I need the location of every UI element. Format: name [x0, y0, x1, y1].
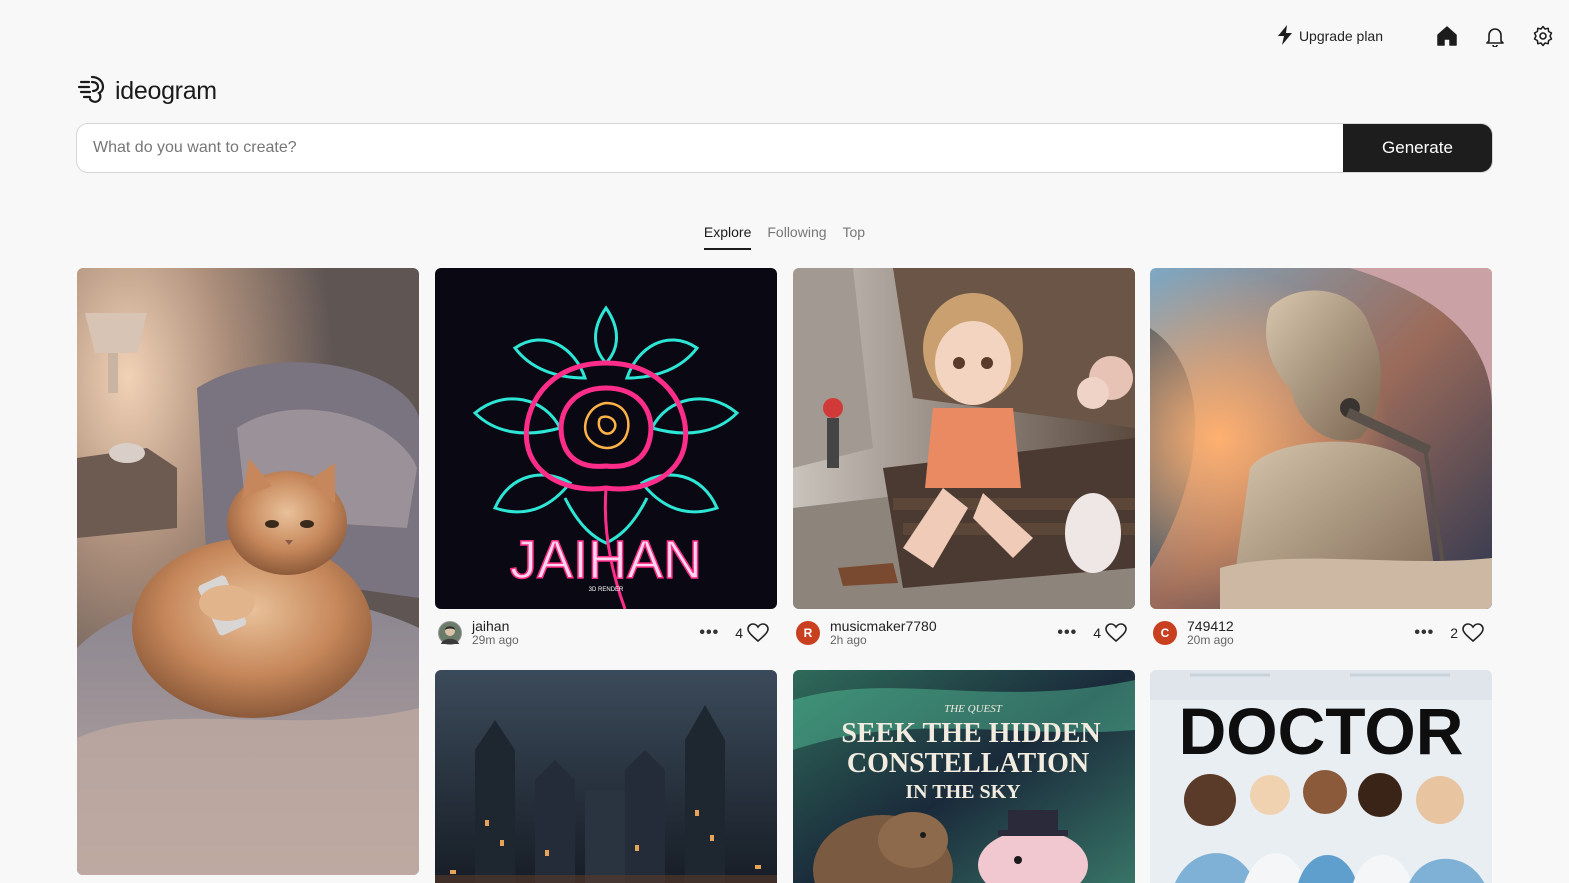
- quest-poster-image: THE QUEST SEEK THE HIDDEN CONSTELLATION …: [793, 670, 1135, 883]
- likes: 4: [1093, 623, 1127, 643]
- image-card-girl[interactable]: [793, 268, 1135, 609]
- upgrade-plan-label: Upgrade plan: [1298, 28, 1383, 44]
- post-meta-1: jaihan 29m ago ••• 4: [435, 615, 777, 651]
- image-card-city[interactable]: [435, 670, 777, 883]
- post-meta-2: R musicmaker7780 2h ago ••• 4: [793, 615, 1135, 651]
- timestamp: 29m ago: [472, 633, 519, 648]
- post-user: musicmaker7780 2h ago: [830, 619, 937, 646]
- rose-image-text: JAIHAN: [510, 530, 702, 590]
- like-count: 2: [1450, 625, 1458, 641]
- more-options-icon[interactable]: •••: [1414, 624, 1434, 642]
- poster-line-2: CONSTELLATION: [847, 748, 1089, 779]
- avatar[interactable]: R: [796, 621, 820, 645]
- tab-following[interactable]: Following: [767, 224, 826, 250]
- post-user: jaihan 29m ago: [472, 619, 519, 646]
- doctor-title: DOCTOR: [1179, 694, 1464, 768]
- upgrade-plan-button[interactable]: Upgrade plan: [1277, 24, 1383, 48]
- poster-small-text: THE QUEST: [944, 703, 1003, 715]
- rose-image-subtext: 3D RENDER: [589, 587, 624, 593]
- bell-icon[interactable]: [1483, 24, 1507, 48]
- poster-line-1: SEEK THE HIDDEN: [841, 718, 1100, 749]
- poster-line-3: IN THE SKY: [905, 781, 1021, 803]
- home-icon[interactable]: [1435, 24, 1459, 48]
- more-options-icon[interactable]: •••: [699, 624, 719, 642]
- username[interactable]: jaihan: [472, 619, 519, 634]
- lightning-icon: [1277, 24, 1293, 48]
- tab-top[interactable]: Top: [843, 224, 866, 250]
- statue-singer-image: [1150, 268, 1492, 609]
- feed-tabs: Explore Following Top: [0, 224, 1569, 250]
- image-card-doctor[interactable]: DOCTOR: [1150, 670, 1492, 883]
- cat-image: [77, 268, 419, 875]
- image-card-poster[interactable]: THE QUEST SEEK THE HIDDEN CONSTELLATION …: [793, 670, 1135, 883]
- avatar[interactable]: [438, 621, 462, 645]
- night-city-image: [435, 670, 777, 883]
- timestamp: 2h ago: [830, 633, 867, 648]
- generate-button[interactable]: Generate: [1343, 124, 1492, 172]
- prompt-bar: Generate: [76, 123, 1493, 173]
- avatar[interactable]: C: [1153, 621, 1177, 645]
- like-count: 4: [735, 625, 743, 641]
- timestamp: 20m ago: [1187, 633, 1234, 648]
- post-user: 749412 20m ago: [1187, 619, 1234, 646]
- heart-icon[interactable]: [747, 623, 769, 643]
- post-meta-3: C 749412 20m ago ••• 2: [1150, 615, 1492, 651]
- ideogram-logo-icon: [77, 74, 107, 109]
- tab-explore[interactable]: Explore: [703, 224, 752, 250]
- image-card-cat[interactable]: [77, 268, 419, 875]
- username[interactable]: 749412: [1187, 619, 1234, 634]
- neon-rose-image: JAIHAN 3D RENDER: [435, 268, 777, 609]
- image-card-rose[interactable]: JAIHAN 3D RENDER: [435, 268, 777, 609]
- doctor-poster-image: DOCTOR: [1150, 670, 1492, 883]
- gear-icon[interactable]: [1531, 24, 1555, 48]
- like-count: 4: [1093, 625, 1101, 641]
- logo[interactable]: ideogram: [77, 74, 217, 109]
- image-card-statue[interactable]: [1150, 268, 1492, 609]
- likes: 2: [1450, 623, 1484, 643]
- likes: 4: [735, 623, 769, 643]
- girl-bench-image: [793, 268, 1135, 609]
- heart-icon[interactable]: [1105, 623, 1127, 643]
- more-options-icon[interactable]: •••: [1057, 624, 1077, 642]
- logo-text: ideogram: [115, 77, 217, 105]
- username[interactable]: musicmaker7780: [830, 619, 937, 634]
- heart-icon[interactable]: [1462, 623, 1484, 643]
- prompt-input[interactable]: [77, 124, 1343, 172]
- top-nav: Upgrade plan: [1277, 22, 1555, 50]
